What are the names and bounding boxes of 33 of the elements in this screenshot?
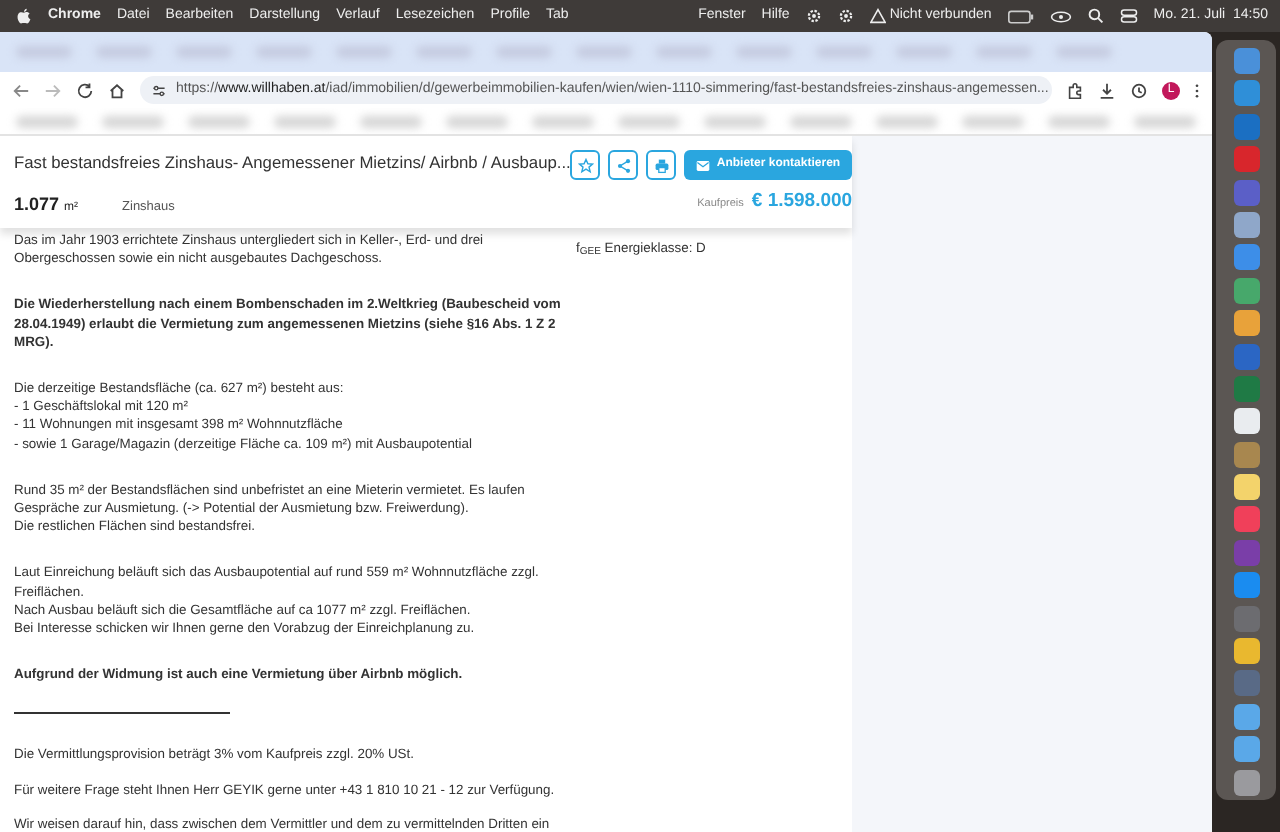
star-icon (577, 157, 594, 173)
app-icon[interactable] (1233, 638, 1259, 665)
app-icon[interactable] (1233, 769, 1259, 796)
app-icon[interactable] (1233, 277, 1259, 304)
printer-icon (653, 157, 670, 173)
app-icon[interactable] (1233, 474, 1259, 501)
envelope-icon (696, 159, 711, 171)
apple-logo-icon[interactable] (16, 8, 32, 24)
forward-icon[interactable] (44, 81, 62, 99)
print-button[interactable] (646, 150, 677, 180)
share-button[interactable] (608, 150, 639, 180)
app-icon[interactable] (1233, 310, 1259, 337)
favorite-button[interactable] (570, 150, 601, 180)
warning-icon[interactable] (869, 8, 886, 24)
share-icon (615, 157, 632, 173)
app-icon[interactable] (1233, 408, 1259, 435)
home-icon[interactable] (108, 81, 126, 99)
app-icon[interactable] (1233, 736, 1259, 763)
control-center-icon[interactable] (1119, 8, 1138, 24)
back-icon[interactable] (12, 81, 30, 99)
extensions-icon[interactable] (1066, 81, 1084, 99)
history-icon[interactable] (1130, 81, 1148, 99)
battery-icon[interactable] (1007, 9, 1034, 23)
eye-icon[interactable] (1049, 9, 1072, 23)
app-icon[interactable] (1233, 211, 1259, 238)
listing-title: Fast bestandsfreies Zinshaus- Angemessener Mietzins/ Airbnb / Ausbaup... (14, 150, 571, 176)
price-value: € 1.598.000 (751, 188, 853, 216)
search-icon[interactable] (1087, 8, 1104, 24)
site-info-icon[interactable] (152, 83, 166, 97)
download-icon[interactable] (1098, 81, 1116, 99)
app-icon[interactable] (1233, 703, 1259, 730)
menu-icon[interactable] (1194, 81, 1200, 99)
reload-icon[interactable] (76, 81, 94, 99)
